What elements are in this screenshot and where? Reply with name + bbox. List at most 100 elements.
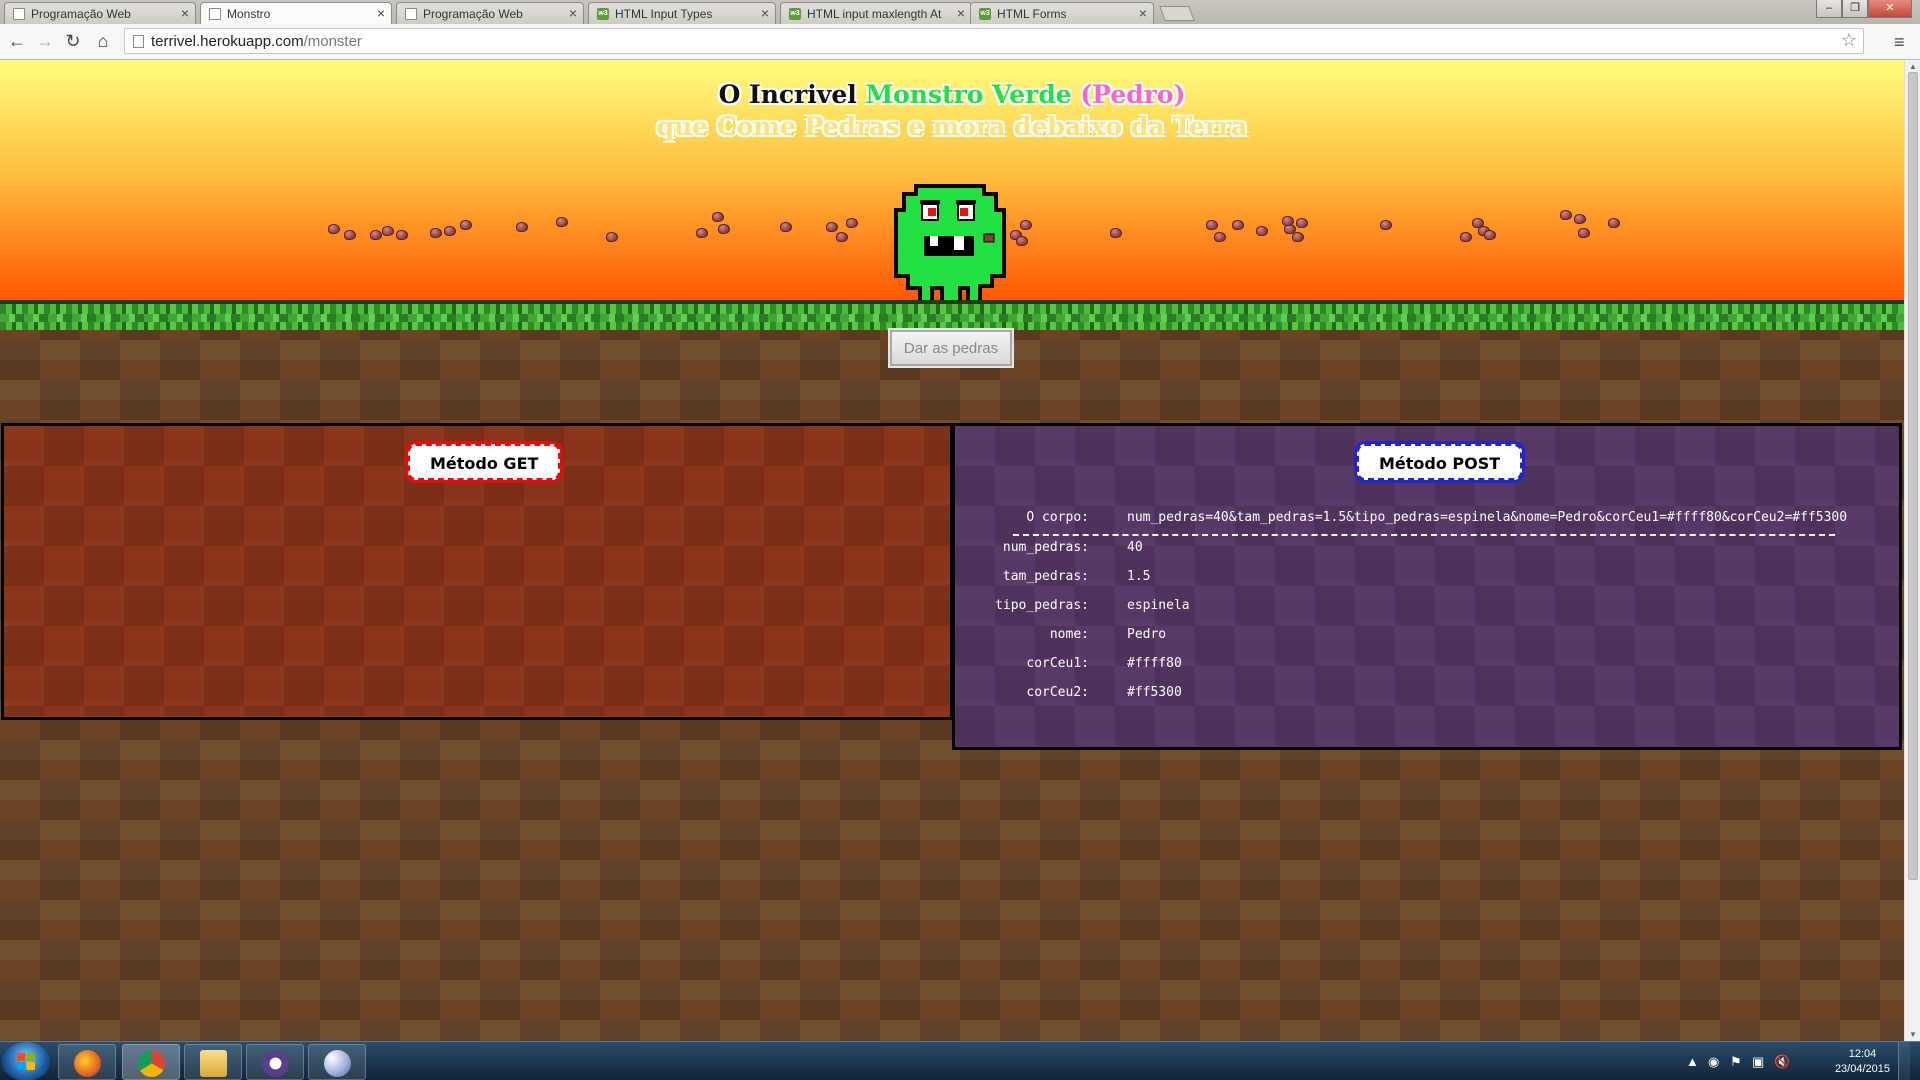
taskbar-paint[interactable] xyxy=(308,1044,366,1080)
tab-monstro[interactable]: Monstro × xyxy=(200,2,392,25)
system-tray: ▲ ◉ ⚑ ▣ 🔇 12:04 23/04/2015 xyxy=(1680,1042,1910,1080)
back-icon[interactable]: ← xyxy=(6,30,28,52)
show-desktop-button[interactable] xyxy=(1898,1042,1910,1080)
monster-image[interactable] xyxy=(888,178,1012,306)
post-field-row: tipo_pedras: espinela xyxy=(955,594,1904,618)
stone-icon xyxy=(460,220,472,230)
volume-muted-icon[interactable]: 🔇 xyxy=(1774,1054,1790,1070)
tab-html-forms[interactable]: w3 HTML Forms × xyxy=(970,2,1154,24)
tab-close-icon[interactable]: × xyxy=(761,5,769,21)
page-viewport: O Incrivel Monstro Verde (Pedro) que Com… xyxy=(0,60,1904,1041)
field-key: nome: xyxy=(1049,627,1089,642)
field-value: #ffff80 xyxy=(1127,656,1182,671)
stone-icon xyxy=(780,222,792,232)
field-key: num_pedras: xyxy=(1002,540,1089,555)
cat-app-icon xyxy=(262,1050,289,1077)
page-scrollbar[interactable]: ▲ ▼ xyxy=(1904,60,1920,1041)
feed-stones-button[interactable]: Dar as pedras xyxy=(890,330,1012,366)
stone-icon xyxy=(1296,218,1308,228)
url-host: terrivel.herokuapp.com xyxy=(151,33,304,50)
scroll-up-icon[interactable]: ▲ xyxy=(1909,62,1917,71)
taskbar-explorer[interactable] xyxy=(184,1044,242,1080)
bookmark-star-icon[interactable]: ☆ xyxy=(1841,30,1857,51)
scrollbar-thumb[interactable] xyxy=(1908,72,1918,880)
stone-icon xyxy=(606,232,618,242)
tab-close-icon[interactable]: × xyxy=(1139,5,1147,21)
post-field-row: corCeu1: #ffff80 xyxy=(955,652,1904,676)
field-value: #ff5300 xyxy=(1127,685,1182,700)
tab-label: Monstro xyxy=(227,7,271,21)
tab-html-input-types[interactable]: w3 HTML Input Types × xyxy=(588,2,776,24)
clock-date: 23/04/2015 xyxy=(1834,1063,1890,1075)
page-title: O Incrivel Monstro Verde (Pedro) xyxy=(0,80,1904,109)
url-text: terrivel.herokuapp.com/monster xyxy=(151,33,362,50)
new-tab-button[interactable] xyxy=(1159,6,1195,21)
stone-icon xyxy=(836,232,848,242)
post-field-row: corCeu2: #ff5300 xyxy=(955,681,1904,705)
stone-icon xyxy=(846,218,858,228)
field-value: 40 xyxy=(1127,540,1143,555)
field-value: 1.5 xyxy=(1127,569,1151,584)
stone-icon xyxy=(1256,226,1268,236)
home-icon[interactable]: ⌂ xyxy=(92,30,114,52)
tab-label: HTML input maxlength At xyxy=(807,7,942,21)
title-part: O Incrivel xyxy=(718,80,866,109)
tab-programacao-web-1[interactable]: Programação Web × xyxy=(4,2,196,24)
taskbar-chrome[interactable] xyxy=(122,1044,180,1080)
stone-icon xyxy=(712,212,724,222)
stone-icon xyxy=(1608,218,1620,228)
stone-icon xyxy=(1020,220,1032,230)
page-icon xyxy=(13,8,25,20)
maximize-icon[interactable]: ❐ xyxy=(1842,0,1868,18)
clock-time: 12:04 xyxy=(1848,1048,1877,1060)
start-button[interactable] xyxy=(2,1042,50,1080)
action-center-flag-icon[interactable]: ⚑ xyxy=(1730,1054,1742,1070)
stone-icon xyxy=(328,224,340,234)
taskbar-firefox[interactable] xyxy=(58,1044,116,1080)
chrome-icon xyxy=(138,1050,165,1077)
stone-icon xyxy=(556,217,568,227)
tab-close-icon[interactable]: × xyxy=(957,5,965,21)
tab-close-icon[interactable]: × xyxy=(181,5,189,21)
minimize-icon[interactable]: – xyxy=(1816,0,1842,18)
stone-icon xyxy=(718,224,730,234)
title-monster-name: Monstro Verde xyxy=(865,80,1072,109)
post-method-panel: Método POST O corpo: num_pedras=40&tam_p… xyxy=(952,423,1902,750)
close-window-icon[interactable]: ✕ xyxy=(1868,0,1912,18)
reload-icon[interactable]: ↻ xyxy=(62,30,84,52)
stone-icon xyxy=(1282,216,1294,226)
network-globe-icon[interactable]: ◉ xyxy=(1708,1054,1719,1070)
file-explorer-icon xyxy=(200,1050,227,1077)
stone-icon xyxy=(1110,228,1122,238)
stone-icon xyxy=(1574,214,1586,224)
stone-icon xyxy=(1560,210,1572,220)
network-icon[interactable]: ▣ xyxy=(1752,1054,1764,1070)
system-clock[interactable]: 12:04 23/04/2015 xyxy=(1835,1047,1890,1077)
w3schools-icon: w3 xyxy=(979,8,991,20)
page-icon xyxy=(405,8,417,20)
w3schools-icon: w3 xyxy=(789,8,801,20)
stone-icon xyxy=(396,230,408,240)
stone-icon xyxy=(1016,236,1028,246)
address-bar[interactable]: terrivel.herokuapp.com/monster ☆ xyxy=(124,28,1864,54)
show-hidden-icons-icon[interactable]: ▲ xyxy=(1686,1054,1699,1069)
post-field-row: num_pedras: 40 xyxy=(955,536,1904,560)
tab-close-icon[interactable]: × xyxy=(569,5,577,21)
menu-icon[interactable]: ≡ xyxy=(1894,32,1905,53)
post-panel-title: Método POST xyxy=(1357,444,1523,480)
stone-icon xyxy=(1460,232,1472,242)
tab-label: HTML Forms xyxy=(997,7,1067,21)
tab-programacao-web-2[interactable]: Programação Web × xyxy=(396,2,584,24)
post-body-row: O corpo: num_pedras=40&tam_pedras=1.5&ti… xyxy=(955,506,1904,536)
page-info-icon[interactable] xyxy=(133,35,144,48)
stone-icon xyxy=(1232,220,1244,230)
get-panel-title: Método GET xyxy=(408,444,561,480)
stone-icon xyxy=(1206,220,1218,230)
tab-close-icon[interactable]: × xyxy=(377,5,385,21)
tab-html-input-maxlength[interactable]: w3 HTML input maxlength At × xyxy=(780,2,972,24)
field-key: tipo_pedras: xyxy=(995,598,1089,613)
taskbar-cat-app[interactable] xyxy=(246,1044,304,1080)
forward-icon[interactable]: → xyxy=(34,30,56,52)
scroll-down-icon[interactable]: ▼ xyxy=(1909,1030,1917,1039)
page-icon xyxy=(209,8,221,20)
